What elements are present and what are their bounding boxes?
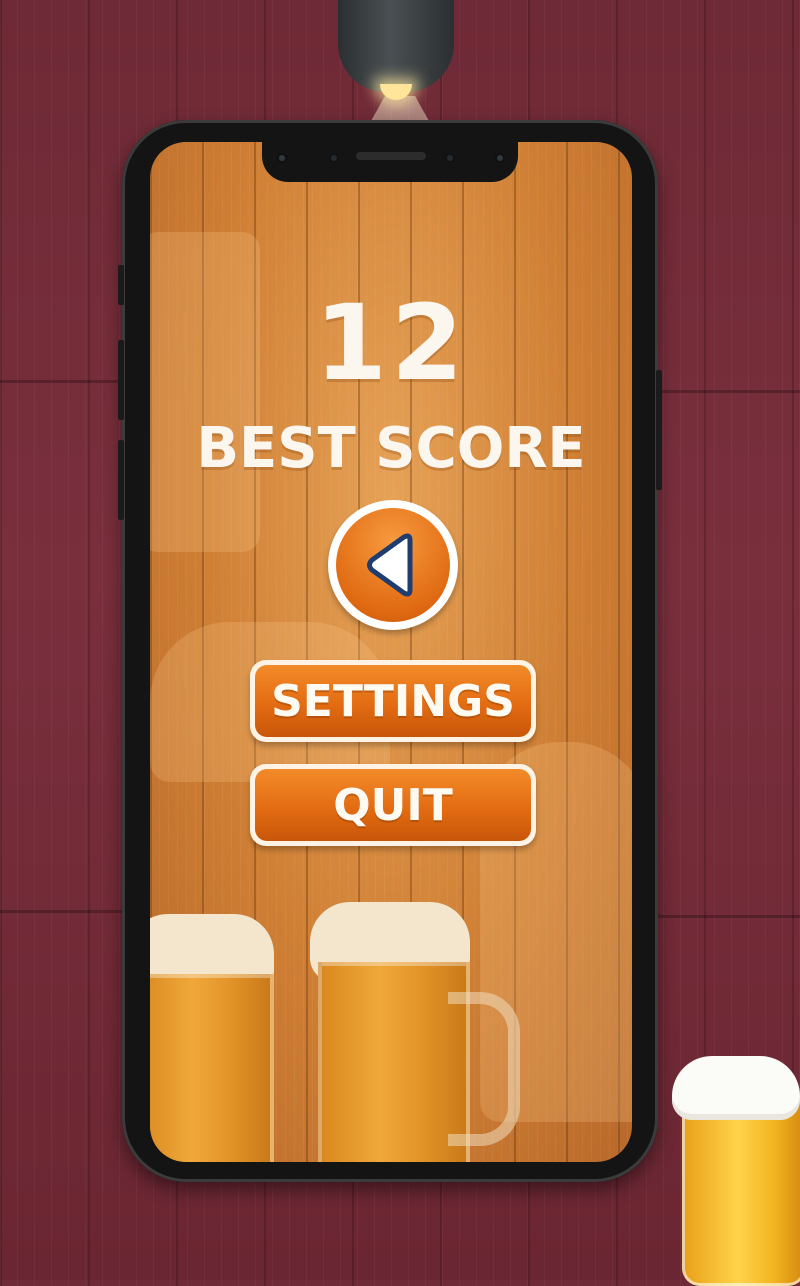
sensor-icon <box>444 152 456 164</box>
plank-seam <box>0 380 122 383</box>
settings-button-label[interactable]: SETTINGS <box>255 665 531 737</box>
beer-body <box>150 974 274 1162</box>
camera-icon <box>494 152 506 164</box>
score-value: 12 <box>314 282 468 404</box>
beer-glass <box>682 1096 800 1286</box>
plank-seam <box>658 915 800 918</box>
camera-icon <box>276 152 288 164</box>
play-back-icon <box>367 533 413 597</box>
volume-button <box>118 440 124 520</box>
quit-button-label[interactable]: QUIT <box>255 769 531 841</box>
mug-handle <box>448 992 520 1146</box>
speaker-grille <box>356 152 426 160</box>
beer-foam <box>672 1056 800 1120</box>
plank-seam <box>0 910 122 913</box>
volume-button <box>118 265 124 305</box>
plank-seam <box>658 390 800 393</box>
sensor-icon <box>328 152 340 164</box>
best-score-label: BEST SCORE <box>196 416 586 481</box>
back-button[interactable] <box>328 500 458 630</box>
settings-button[interactable]: SETTINGS <box>250 660 536 742</box>
phone-notch <box>262 142 518 182</box>
volume-button <box>118 340 124 420</box>
lamp-icon <box>338 0 454 92</box>
beer-mug <box>310 902 520 1162</box>
beer-glass-icon <box>672 1056 800 1286</box>
lamp-bulb <box>380 84 412 100</box>
quit-button[interactable]: QUIT <box>250 764 536 846</box>
beer-mug <box>150 914 274 1162</box>
power-button <box>656 370 662 490</box>
